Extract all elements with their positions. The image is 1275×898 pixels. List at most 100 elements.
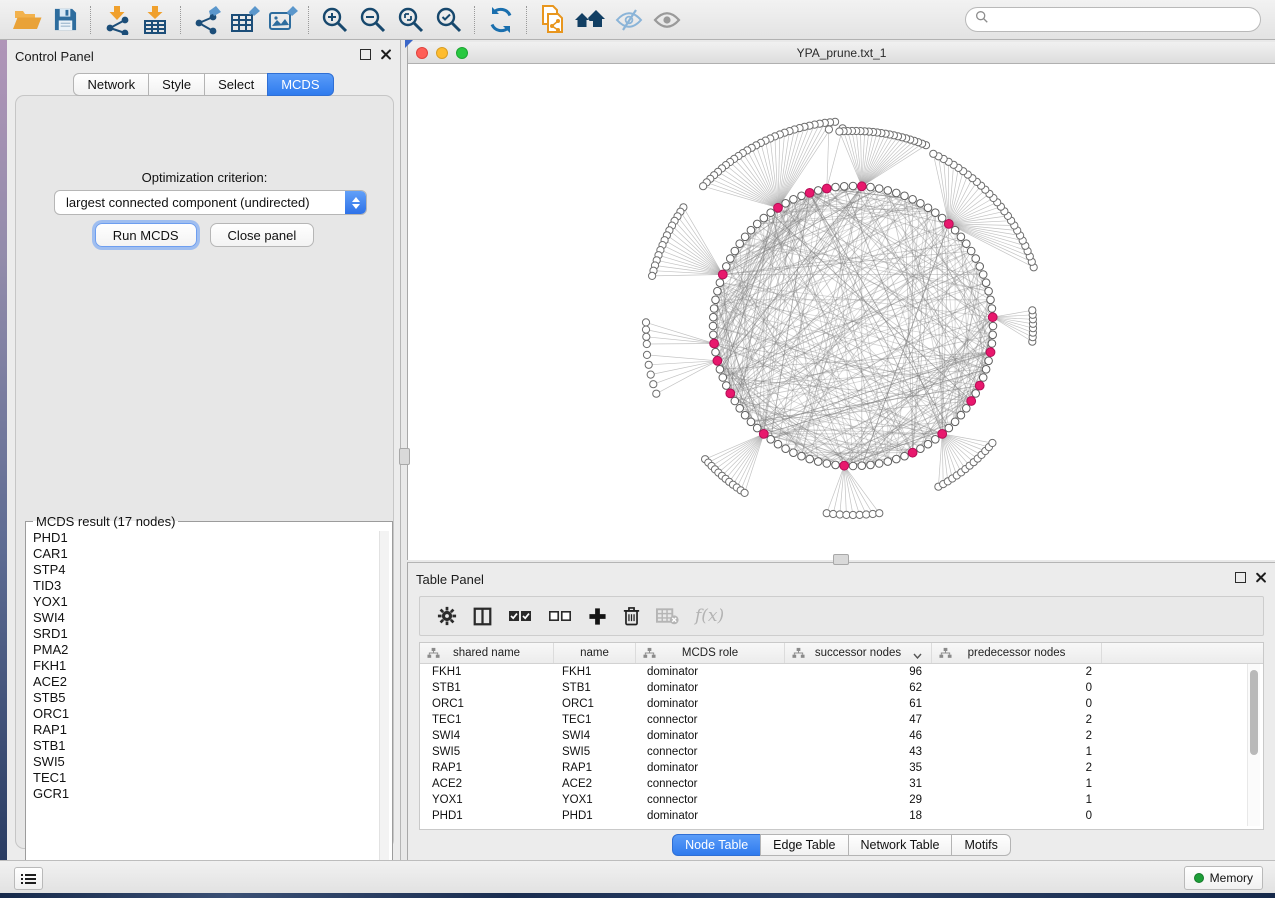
export-network-button[interactable] bbox=[188, 4, 226, 36]
mcds-list-scrollbar[interactable] bbox=[379, 531, 389, 882]
zoom-selected-button[interactable] bbox=[430, 4, 468, 36]
zoom-in-button[interactable] bbox=[316, 4, 354, 36]
column-header-predecessor-nodes[interactable]: predecessor nodes bbox=[932, 643, 1102, 663]
table-scrollbar[interactable] bbox=[1247, 664, 1260, 826]
close-panel-button[interactable]: Close panel bbox=[210, 223, 315, 247]
tab-mcds[interactable]: MCDS bbox=[267, 73, 333, 96]
mcds-result-item[interactable]: GCR1 bbox=[33, 786, 379, 802]
cell-successor-nodes: 61 bbox=[785, 698, 932, 710]
table-row[interactable]: TEC1TEC1connector472 bbox=[420, 712, 1263, 728]
import-network-button[interactable] bbox=[98, 4, 136, 36]
mcds-result-item[interactable]: SWI5 bbox=[33, 754, 379, 770]
mcds-result-item[interactable]: ORC1 bbox=[33, 706, 379, 722]
cell-MCDS-role: connector bbox=[636, 746, 785, 758]
horizontal-splitter-handle[interactable] bbox=[833, 554, 849, 565]
memory-button[interactable]: Memory bbox=[1184, 866, 1263, 890]
float-panel-icon[interactable] bbox=[360, 49, 371, 60]
network-window-titlebar[interactable]: YPA_prune.txt_1 bbox=[408, 42, 1275, 64]
control-panel: Control Panel NetworkStyleSelectMCDS Opt… bbox=[7, 40, 401, 860]
mcds-result-item[interactable]: PHD1 bbox=[33, 530, 379, 546]
save-session-button[interactable] bbox=[46, 4, 84, 36]
apply-layout-button[interactable] bbox=[482, 4, 520, 36]
mcds-result-item[interactable]: STP4 bbox=[33, 562, 379, 578]
close-panel-icon[interactable] bbox=[1255, 572, 1266, 583]
mcds-result-item[interactable]: STB1 bbox=[33, 738, 379, 754]
cell-MCDS-role: dominator bbox=[636, 682, 785, 694]
mcds-result-item[interactable]: SWI4 bbox=[33, 610, 379, 626]
column-header-successor-nodes[interactable]: successor nodes bbox=[785, 643, 932, 663]
toolbar-separator bbox=[474, 6, 476, 34]
column-panel-button[interactable] bbox=[473, 607, 492, 626]
column-label: MCDS role bbox=[682, 647, 738, 659]
mcds-result-item[interactable]: YOX1 bbox=[33, 594, 379, 610]
mcds-result-item[interactable]: STB5 bbox=[33, 690, 379, 706]
close-panel-icon[interactable] bbox=[380, 49, 391, 60]
table-row[interactable]: FKH1FKH1dominator962 bbox=[420, 664, 1263, 680]
export-image-button[interactable] bbox=[264, 4, 302, 36]
table-row[interactable]: ACE2ACE2connector311 bbox=[420, 776, 1263, 792]
mcds-result-item[interactable]: PMA2 bbox=[33, 642, 379, 658]
zoom-out-icon bbox=[359, 6, 387, 34]
node-table[interactable]: shared name name MCDS role successor nodesp… bbox=[419, 642, 1264, 830]
vertical-splitter-handle[interactable] bbox=[399, 448, 410, 465]
mcds-result-list[interactable]: PHD1CAR1STP4TID3YOX1SWI4SRD1PMA2FKH1ACE2… bbox=[26, 529, 379, 883]
table-scrollbar-thumb[interactable] bbox=[1250, 670, 1258, 755]
cell-shared-name: ACE2 bbox=[420, 778, 554, 790]
duplicate-network-button[interactable] bbox=[534, 4, 572, 36]
mcds-result-item[interactable]: ACE2 bbox=[33, 674, 379, 690]
export-table-button[interactable] bbox=[226, 4, 264, 36]
mcds-result-item[interactable]: FKH1 bbox=[33, 658, 379, 674]
table-row[interactable]: SWI5SWI5connector431 bbox=[420, 744, 1263, 760]
mcds-result-title: MCDS result (17 nodes) bbox=[33, 514, 178, 529]
mcds-result-item[interactable]: TEC1 bbox=[33, 770, 379, 786]
tab-style[interactable]: Style bbox=[148, 73, 205, 96]
tab-node-table[interactable]: Node Table bbox=[672, 834, 761, 856]
float-panel-icon[interactable] bbox=[1235, 572, 1246, 583]
delete-column-button[interactable] bbox=[623, 605, 640, 627]
table-row[interactable]: YOX1YOX1connector291 bbox=[420, 792, 1263, 808]
column-label: name bbox=[580, 647, 609, 659]
search-box[interactable] bbox=[965, 7, 1261, 32]
tab-network-table[interactable]: Network Table bbox=[848, 834, 953, 856]
application-window: Control Panel NetworkStyleSelectMCDS Opt… bbox=[0, 0, 1275, 898]
cell-predecessor-nodes: 1 bbox=[932, 778, 1102, 790]
table-row[interactable]: STB1STB1dominator620 bbox=[420, 680, 1263, 696]
table-row[interactable]: SWI4SWI4dominator462 bbox=[420, 728, 1263, 744]
table-row[interactable]: PHD1PHD1dominator180 bbox=[420, 808, 1263, 824]
open-session-button[interactable] bbox=[8, 4, 46, 36]
zoom-out-button[interactable] bbox=[354, 4, 392, 36]
toolbar-separator bbox=[526, 6, 528, 34]
first-neighbors-button[interactable] bbox=[572, 4, 610, 36]
add-column-button[interactable] bbox=[588, 607, 607, 626]
network-graph[interactable] bbox=[408, 64, 1275, 560]
table-settings-button[interactable] bbox=[437, 606, 457, 626]
tab-network[interactable]: Network bbox=[73, 73, 149, 96]
optimization-criterion-dropdown[interactable]: largest connected component (undirected) bbox=[54, 190, 367, 215]
table-row[interactable]: RAP1RAP1dominator352 bbox=[420, 760, 1263, 776]
network-canvas[interactable] bbox=[408, 64, 1275, 560]
run-mcds-button[interactable]: Run MCDS bbox=[95, 223, 197, 247]
table-row[interactable]: ORC1ORC1dominator610 bbox=[420, 696, 1263, 712]
mcds-result-item[interactable]: SRD1 bbox=[33, 626, 379, 642]
select-all-rows-button[interactable] bbox=[508, 609, 532, 623]
tab-select[interactable]: Select bbox=[204, 73, 268, 96]
column-header-MCDS-role[interactable]: MCDS role bbox=[636, 643, 785, 663]
import-table-button[interactable] bbox=[136, 4, 174, 36]
mcds-result-item[interactable]: TID3 bbox=[33, 578, 379, 594]
cell-shared-name: RAP1 bbox=[420, 762, 554, 774]
hierarchy-icon bbox=[939, 647, 952, 662]
table-header-row: shared name name MCDS role successor nodesp… bbox=[420, 643, 1263, 664]
column-header-shared-name[interactable]: shared name bbox=[420, 643, 554, 663]
tab-motifs[interactable]: Motifs bbox=[951, 834, 1010, 856]
mcds-result-item[interactable]: CAR1 bbox=[33, 546, 379, 562]
search-input[interactable] bbox=[994, 9, 1260, 31]
task-history-button[interactable] bbox=[14, 867, 43, 890]
dropdown-selected-value: largest connected component (undirected) bbox=[55, 195, 345, 210]
hide-selected-button[interactable] bbox=[610, 4, 648, 36]
show-all-button[interactable] bbox=[648, 4, 686, 36]
tab-edge-table[interactable]: Edge Table bbox=[760, 834, 848, 856]
mcds-result-item[interactable]: RAP1 bbox=[33, 722, 379, 738]
deselect-all-rows-button[interactable] bbox=[548, 609, 572, 623]
column-header-name[interactable]: name bbox=[554, 643, 636, 663]
zoom-fit-button[interactable] bbox=[392, 4, 430, 36]
